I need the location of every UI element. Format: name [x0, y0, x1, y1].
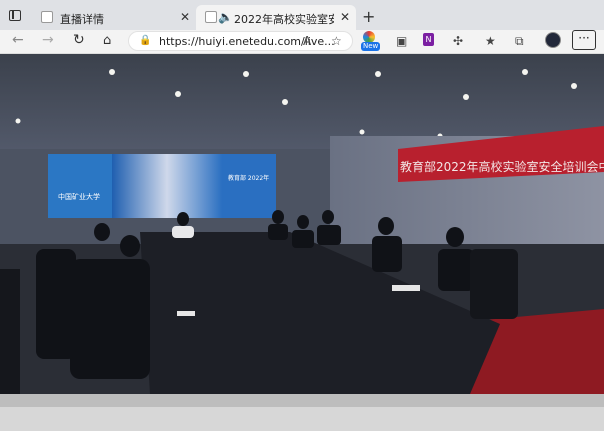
page-footer-strip	[0, 407, 604, 431]
right-screen	[222, 154, 276, 218]
more-menu-icon[interactable]: ···	[572, 30, 596, 50]
tab-title: 2022年高校实验室安全培	[234, 13, 334, 26]
close-tab-icon[interactable]: ✕	[180, 10, 190, 24]
screen-right-text: 教育部 2022年	[228, 174, 269, 182]
address-bar[interactable]: 🔒 https://huiyi.enetedu.com/live...	[128, 31, 353, 51]
conference-scene: 教育部2022年高校实验室安全培训会中国矿业大学会场 中国矿业大学 教育部 20…	[0, 54, 604, 394]
left-screen	[48, 154, 112, 218]
extensions-icon[interactable]: ✣	[453, 34, 463, 48]
close-tab-icon[interactable]: ✕	[340, 10, 350, 24]
tab-strip: 直播详情 ✕ 🔈 2022年高校实验室安全培 ✕ +	[0, 0, 604, 30]
chair	[470, 249, 518, 319]
new-tab-icon[interactable]: +	[362, 7, 375, 26]
screen-logo-text: 中国矿业大学	[58, 192, 100, 201]
tab-title: 直播详情	[60, 13, 104, 26]
tab-actions-icon[interactable]	[9, 10, 21, 21]
audio-playing-icon[interactable]: 🔈	[218, 10, 233, 24]
banner-text: 教育部2022年高校实验室安全培训会中国矿业大学会场	[400, 159, 604, 174]
back-icon[interactable]: ←	[12, 32, 24, 48]
browser-toolbar: ← → ↻ ⌂ 🔒 https://huiyi.enetedu.com/live…	[0, 30, 604, 54]
collections-icon[interactable]: ⧉	[515, 34, 524, 49]
chair	[0, 269, 20, 394]
read-aloud-icon[interactable]: A	[303, 34, 311, 48]
reload-icon[interactable]: ↻	[73, 32, 85, 48]
page-favicon-icon	[41, 11, 53, 23]
page-favicon-icon	[205, 11, 217, 23]
profile-avatar[interactable]	[545, 32, 561, 48]
forward-icon[interactable]: →	[42, 32, 54, 48]
ceiling	[0, 54, 604, 149]
new-badge: New	[361, 42, 381, 51]
tab-live-details[interactable]: 直播详情 ✕	[32, 5, 194, 30]
url-text[interactable]: https://huiyi.enetedu.com/live...	[159, 35, 351, 48]
lock-icon[interactable]: 🔒	[139, 35, 151, 46]
live-video-frame[interactable]: 教育部2022年高校实验室安全培训会中国矿业大学会场 中国矿业大学 教育部 20…	[0, 54, 604, 394]
favorites-icon[interactable]: ★	[485, 34, 496, 48]
center-screen	[112, 154, 222, 218]
onenote-icon[interactable]: N	[423, 33, 434, 46]
add-favorite-icon[interactable]: ☆	[331, 34, 342, 48]
page-bottom-area	[0, 394, 604, 431]
tab-training-live[interactable]: 🔈 2022年高校实验室安全培 ✕	[196, 5, 356, 30]
home-icon[interactable]: ⌂	[103, 33, 111, 48]
wallet-icon[interactable]: ▣	[396, 34, 407, 48]
